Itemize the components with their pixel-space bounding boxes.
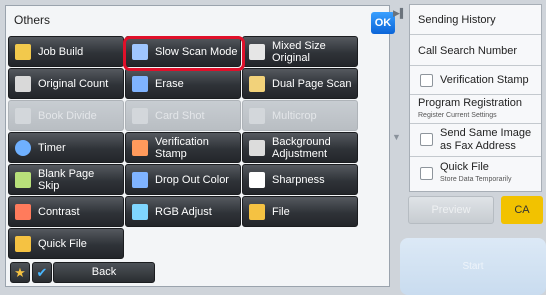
mixed-size-icon (249, 43, 265, 60)
program-registration-item[interactable]: Program Registration Register Current Se… (410, 95, 541, 124)
blank-page-skip-button[interactable]: Blank Page Skip (8, 164, 124, 195)
book-divide-icon (15, 107, 31, 124)
sharpness-label: Sharpness (272, 173, 325, 186)
job-build-icon (15, 43, 31, 60)
job-build-label: Job Build (38, 45, 84, 58)
timer-button[interactable]: Timer (8, 132, 124, 163)
drop-out-color-icon (132, 171, 148, 188)
verification-stamp-label: Verification Stamp (155, 135, 209, 160)
file-label: File (272, 205, 290, 218)
ok-button[interactable]: OK (371, 12, 395, 34)
original-count-icon (15, 75, 31, 92)
multicrop-button: Multicrop (242, 100, 358, 131)
file-button[interactable]: File (242, 196, 358, 227)
quick-file-item[interactable]: Quick File Store Data Temporarily (410, 157, 541, 191)
preview-button[interactable]: Preview (408, 196, 494, 224)
blank-page-icon (15, 171, 31, 188)
start-button[interactable]: Start (400, 238, 546, 295)
dual-page-scan-button[interactable]: Dual Page Scan (242, 68, 358, 99)
contrast-button[interactable]: Contrast (8, 196, 124, 227)
quick-file-label: Quick File (440, 161, 489, 173)
rgb-adjust-label: RGB Adjust (155, 205, 212, 218)
sending-history-item[interactable]: Sending History (410, 5, 541, 35)
checkmark-icon[interactable]: ✔ (32, 262, 52, 283)
timer-icon (15, 139, 31, 156)
program-registration-label: Program Registration (418, 97, 522, 109)
verification-stamp-icon (132, 139, 148, 156)
card-shot-label: Card Shot (155, 109, 205, 122)
original-count-button[interactable]: Original Count (8, 68, 124, 99)
contrast-icon (15, 203, 31, 220)
selection-highlight (123, 36, 245, 71)
quick-file-icon (15, 235, 31, 252)
drop-out-color-button[interactable]: Drop Out Color (125, 164, 241, 195)
erase-icon (132, 75, 148, 92)
erase-button[interactable]: Erase (125, 68, 241, 99)
background-adjustment-button[interactable]: Background Adjustment (242, 132, 358, 163)
card-shot-button: Card Shot (125, 100, 241, 131)
send-same-image-checkbox[interactable] (420, 133, 433, 146)
multicrop-label: Multicrop (272, 109, 317, 122)
contrast-label: Contrast (38, 205, 80, 218)
panel-title: Others (14, 13, 51, 27)
mixed-size-original-label: Mixed Size Original (272, 39, 326, 64)
mixed-size-original-button[interactable]: Mixed Size Original (242, 36, 358, 67)
call-search-number-item[interactable]: Call Search Number (410, 35, 541, 66)
scroll-down-icon[interactable]: ▼ (392, 132, 406, 146)
verification-stamp-item[interactable]: Verification Stamp (410, 66, 541, 95)
quick-file-button[interactable]: Quick File (8, 228, 124, 259)
call-search-number-label: Call Search Number (418, 45, 518, 57)
screen: Others OK Job Build Slow Scan Mode Mixed S… (0, 0, 546, 295)
rgb-adjust-button[interactable]: RGB Adjust (125, 196, 241, 227)
sharpness-icon (249, 171, 265, 188)
dual-page-scan-label: Dual Page Scan (272, 77, 352, 90)
sending-history-label: Sending History (418, 14, 496, 26)
book-divide-button: Book Divide (8, 100, 124, 131)
panel-collapse-icon[interactable]: ▶▌ (393, 8, 406, 22)
folder-icon (249, 203, 265, 220)
drop-out-color-label: Drop Out Color (155, 173, 229, 186)
send-same-image-label: Send Same Image as Fax Address (440, 127, 532, 152)
back-button[interactable]: Back (53, 262, 155, 283)
background-adjust-icon (249, 139, 265, 156)
send-same-image-item[interactable]: Send Same Image as Fax Address (410, 124, 541, 157)
background-adjustment-label: Background Adjustment (272, 135, 331, 160)
program-registration-sublabel: Register Current Settings (418, 112, 497, 119)
verification-stamp-checkbox[interactable] (420, 74, 433, 87)
job-build-button[interactable]: Job Build (8, 36, 124, 67)
action-panel: Sending History Call Search Number Verif… (409, 4, 542, 192)
erase-label: Erase (155, 77, 184, 90)
card-shot-icon (132, 107, 148, 124)
star-icon[interactable]: ★ (10, 262, 30, 283)
verification-stamp-button[interactable]: Verification Stamp (125, 132, 241, 163)
verification-stamp-label: Verification Stamp (440, 74, 529, 86)
multicrop-icon (249, 107, 265, 124)
book-divide-label: Book Divide (38, 109, 97, 122)
quick-file-checkbox[interactable] (420, 167, 433, 180)
dual-page-icon (249, 75, 265, 92)
quick-file-sublabel: Store Data Temporarily (440, 176, 512, 183)
blank-page-skip-label: Blank Page Skip (38, 167, 95, 192)
sharpness-button[interactable]: Sharpness (242, 164, 358, 195)
ca-button[interactable]: CA (501, 196, 543, 224)
rgb-adjust-icon (132, 203, 148, 220)
timer-label: Timer (38, 141, 66, 154)
quick-file-label: Quick File (38, 237, 87, 250)
original-count-label: Original Count (38, 77, 109, 90)
